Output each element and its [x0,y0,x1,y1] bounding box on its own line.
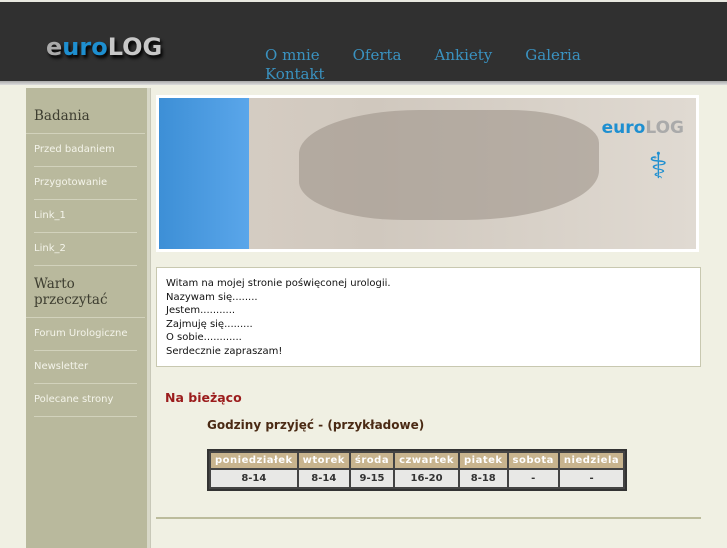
intro-line: Serdecznie zapraszam! [166,345,283,357]
table-header: piatek [459,453,507,468]
world-map-image [299,110,599,220]
table-cell: 9-15 [350,470,394,487]
sidebar-heading-badania: Badania [26,88,145,134]
table-cell: - [508,470,558,487]
sidebar-heading-warto: Warto przeczytać [26,266,145,318]
logo[interactable]: euroLOG [46,33,162,61]
nav-kontakt[interactable]: Kontakt [265,65,325,83]
table-header: poniedziałek [211,453,297,468]
intro-line: Jestem........... [166,305,236,316]
intro-line: Witam na mojej stronie poświęconej urolo… [166,278,391,289]
table-cell: 8-14 [298,470,349,487]
table-header: czwartek [395,453,458,468]
sidebar-item-polecane[interactable]: Polecane strony [34,384,137,417]
main-nav: O mnie Oferta Ankiety Galeria Kontakt [265,46,625,84]
nav-o-mnie[interactable]: O mnie [265,46,320,64]
nav-ankiety[interactable]: Ankiety [435,46,493,64]
column-divider [150,88,151,548]
sidebar-item-newsletter[interactable]: Newsletter [34,351,137,384]
table-header: niedziela [559,453,624,468]
banner-logo: euroLOG [601,118,684,138]
news-heading: Na bieżąco [165,390,242,405]
table-header: środa [350,453,394,468]
sidebar-item-przygotowanie[interactable]: Przygotowanie [34,167,137,200]
nav-oferta[interactable]: Oferta [353,46,402,64]
hours-heading: Godziny przyjęć - (przykładowe) [207,418,425,432]
sidebar-item-forum[interactable]: Forum Urologiczne [34,318,137,351]
table-row: 8-14 8-14 9-15 16-20 8-18 - - [211,470,624,487]
intro-box: Witam na mojej stronie poświęconej urolo… [156,267,701,367]
sidebar: Badania Przed badaniem Przygotowanie Lin… [26,88,150,548]
intro-line: O sobie............ [166,332,242,343]
table-cell: - [559,470,624,487]
table-cell: 8-14 [211,470,297,487]
table-header-row: poniedziałek wtorek środa czwartek piate… [211,453,624,468]
caduceus-icon: ⚕ [648,146,668,187]
banner-image: euroLOG ⚕ [159,98,696,249]
sidebar-item-link-2[interactable]: Link_2 [34,233,137,266]
sidebar-item-przed-badaniem[interactable]: Przed badaniem [34,134,137,167]
intro-line: Nazywam się........ [166,291,258,303]
nav-galeria[interactable]: Galeria [525,46,581,64]
table-cell: 16-20 [395,470,458,487]
sidebar-item-link-1[interactable]: Link_1 [34,200,137,233]
table-cell: 8-18 [459,470,507,487]
table-header: sobota [508,453,558,468]
nurse-image [159,98,249,249]
banner: euroLOG ⚕ [156,95,699,252]
divider [156,517,701,519]
table-header: wtorek [298,453,349,468]
intro-line: Zajmuję się......... [166,318,253,330]
hours-table: poniedziałek wtorek środa czwartek piate… [207,449,628,491]
